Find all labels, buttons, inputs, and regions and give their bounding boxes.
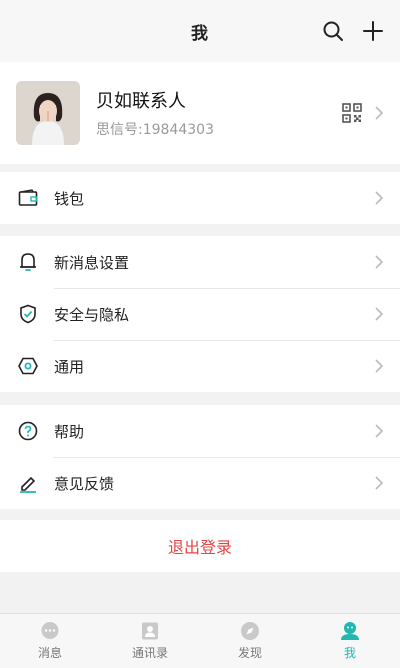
profile-name: 贝如联系人 <box>96 91 186 112</box>
feedback-row[interactable]: 意见反馈 <box>0 457 400 509</box>
chevron-right-icon <box>375 255 384 269</box>
help-section: 帮助 意见反馈 <box>0 405 400 509</box>
page-title: 我 <box>191 23 209 44</box>
tab-label: 消息 <box>37 646 62 660</box>
privacy-label: 安全与隐私 <box>54 305 130 324</box>
wallet-icon <box>18 188 38 208</box>
feedback-label: 意见反馈 <box>54 474 115 493</box>
edit-pen-icon <box>18 473 38 493</box>
qr-code-icon[interactable] <box>342 103 362 123</box>
chevron-right-icon <box>375 359 384 373</box>
settings-hexagon-icon <box>18 356 38 376</box>
help-icon <box>18 421 38 441</box>
tab-label: 发现 <box>237 646 262 660</box>
tab-messages[interactable]: 消息 <box>0 614 100 668</box>
notify-settings-row[interactable]: 新消息设置 <box>0 236 400 288</box>
settings-section: 新消息设置 安全与隐私 通用 <box>0 236 400 392</box>
app-root: 我 贝如联系人 思信号:19844303 钱包 新消息设置 安全与隐私 通用 帮… <box>0 0 400 668</box>
tab-me[interactable]: 我 <box>300 614 400 668</box>
avatar[interactable] <box>16 81 80 145</box>
chevron-right-icon <box>375 106 384 120</box>
wallet-section: 钱包 <box>0 172 400 224</box>
header-actions <box>320 18 386 44</box>
tab-label: 我 <box>343 646 356 660</box>
profile-card[interactable]: 贝如联系人 思信号:19844303 <box>0 62 400 164</box>
shield-icon <box>18 304 38 324</box>
profile-info: 贝如联系人 思信号:19844303 <box>96 87 342 139</box>
general-row[interactable]: 通用 <box>0 340 400 392</box>
privacy-row[interactable]: 安全与隐私 <box>0 288 400 340</box>
chevron-right-icon <box>375 476 384 490</box>
wallet-label: 钱包 <box>54 189 85 208</box>
bell-icon <box>18 252 38 272</box>
profile-id: 思信号:19844303 <box>96 122 214 138</box>
compass-icon <box>241 622 259 640</box>
chevron-right-icon <box>375 191 384 205</box>
chevron-right-icon <box>375 307 384 321</box>
search-icon[interactable] <box>320 18 346 44</box>
notify-settings-label: 新消息设置 <box>54 253 130 272</box>
help-row[interactable]: 帮助 <box>0 405 400 457</box>
wallet-row[interactable]: 钱包 <box>0 172 400 224</box>
me-icon <box>341 622 359 640</box>
tab-contacts[interactable]: 通讯录 <box>100 614 200 668</box>
top-bar: 我 <box>0 0 400 62</box>
logout-label: 退出登录 <box>167 538 232 557</box>
tab-label: 通讯录 <box>131 646 168 660</box>
tab-discover[interactable]: 发现 <box>200 614 300 668</box>
chevron-right-icon <box>375 424 384 438</box>
chat-bubble-icon <box>41 622 59 639</box>
add-icon[interactable] <box>360 18 386 44</box>
logout-button[interactable]: 退出登录 <box>0 520 400 572</box>
profile-actions <box>342 103 384 123</box>
help-label: 帮助 <box>54 422 85 441</box>
bottom-tab-bar: 消息 通讯录 发现 我 <box>0 613 400 668</box>
contacts-icon <box>142 622 158 640</box>
general-label: 通用 <box>54 357 85 376</box>
